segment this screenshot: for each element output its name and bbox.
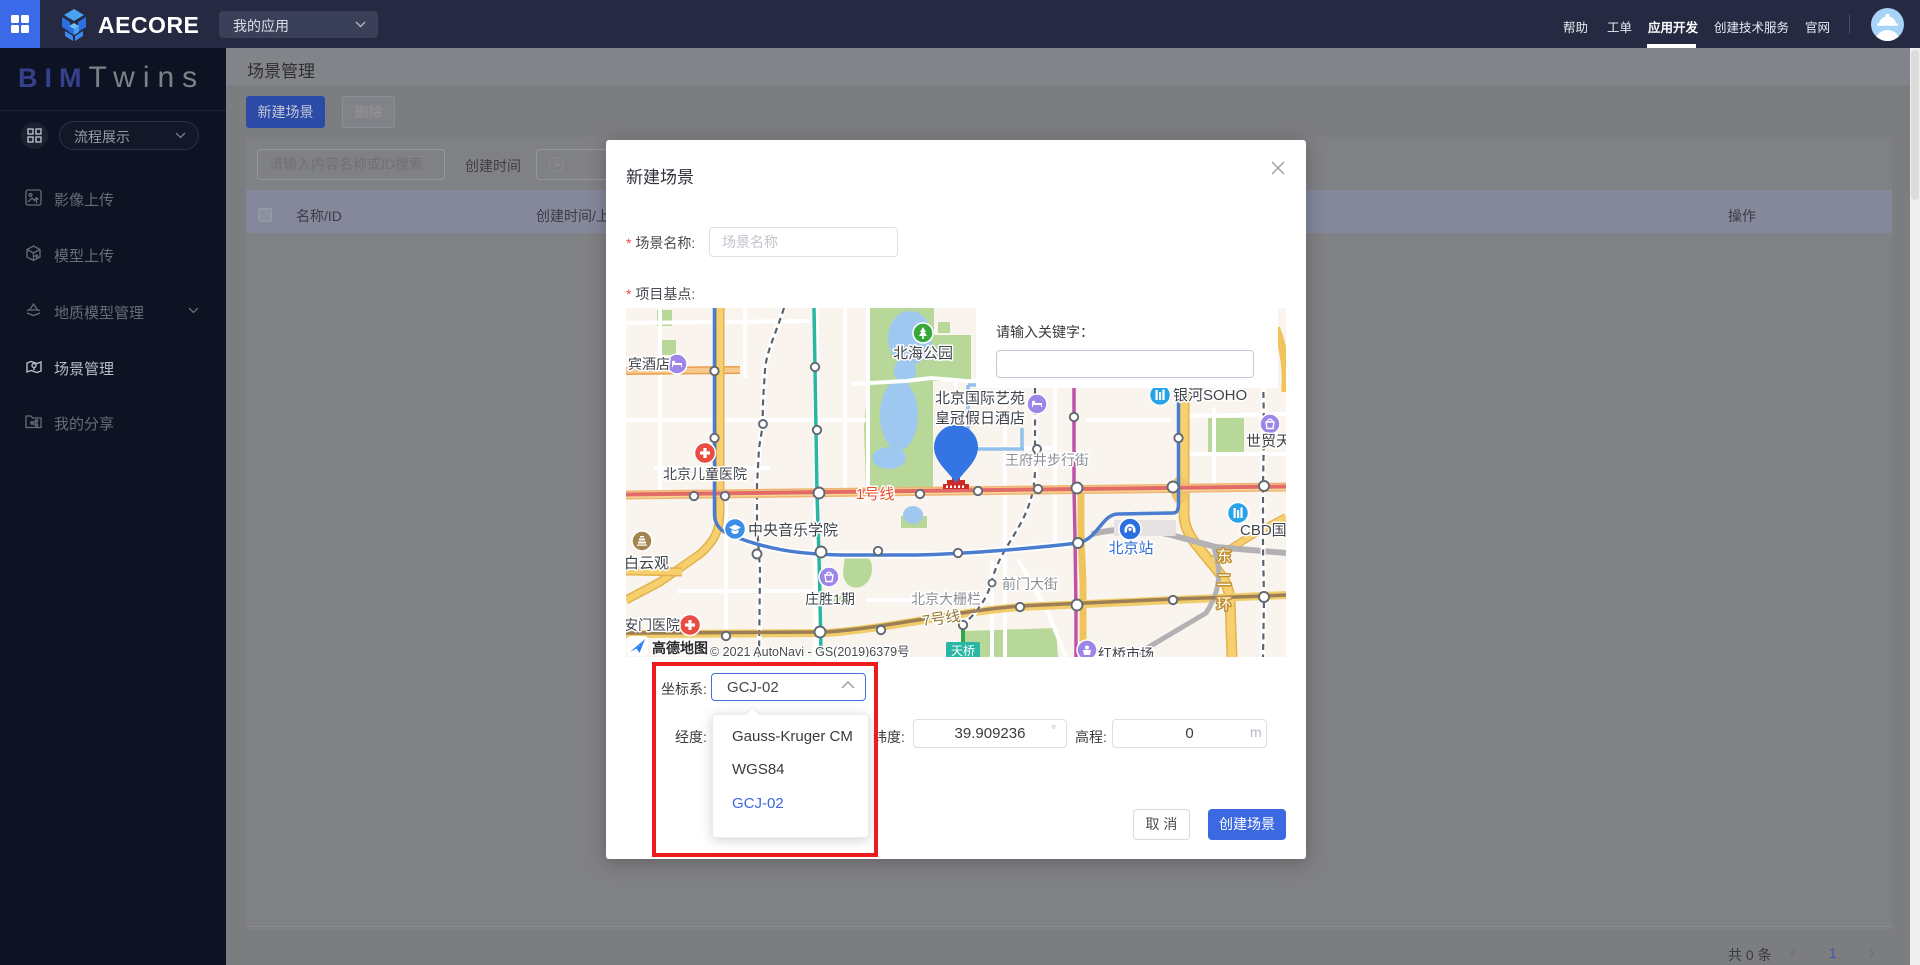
svg-text:二: 二 xyxy=(1216,572,1231,589)
svg-text:环: 环 xyxy=(1216,596,1231,613)
svg-text:中央音乐学院: 中央音乐学院 xyxy=(748,521,838,539)
svg-text:北京国际艺苑: 北京国际艺苑 xyxy=(935,390,1025,407)
svg-text:天桥: 天桥 xyxy=(951,644,975,657)
svg-text:银河SOHO: 银河SOHO xyxy=(1173,387,1247,404)
svg-text:白云观: 白云观 xyxy=(626,555,669,572)
svg-text:高德地图: 高德地图 xyxy=(652,640,708,656)
svg-text:© 2021 AutoNavi - GS(2019)6379: © 2021 AutoNavi - GS(2019)6379号 xyxy=(710,645,910,657)
svg-text:前门大街: 前门大街 xyxy=(1002,576,1058,592)
svg-text:北京大栅栏: 北京大栅栏 xyxy=(911,591,981,607)
svg-text:北海公园: 北海公园 xyxy=(893,345,953,362)
svg-text:庄胜1期: 庄胜1期 xyxy=(805,591,855,607)
svg-text:CBD国际: CBD国际 xyxy=(1240,522,1286,539)
svg-text:宾酒店: 宾酒店 xyxy=(628,356,670,372)
svg-text:安门医院: 安门医院 xyxy=(626,617,680,633)
svg-text:王府井步行街: 王府井步行街 xyxy=(1005,452,1089,468)
svg-text:红桥市场: 红桥市场 xyxy=(1098,646,1154,657)
svg-text:皇冠假日酒店: 皇冠假日酒店 xyxy=(935,410,1025,427)
svg-text:世贸天: 世贸天 xyxy=(1246,433,1286,450)
svg-text:北京儿童医院: 北京儿童医院 xyxy=(663,466,747,482)
svg-text:北京站: 北京站 xyxy=(1108,540,1153,557)
svg-text:1号线: 1号线 xyxy=(856,486,894,503)
svg-text:东: 东 xyxy=(1216,548,1231,565)
